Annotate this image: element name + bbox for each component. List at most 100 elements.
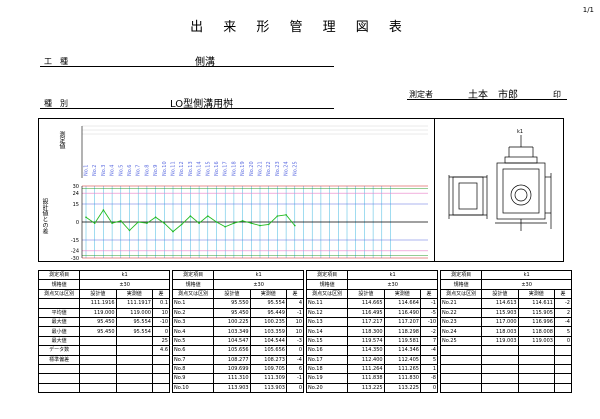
station-cell: No.19 [305,373,349,384]
difference-cell [553,345,573,356]
difference-point [215,221,218,223]
design-value-cell: 111.264 [347,363,385,375]
column-header: 測点又は区別 [439,288,483,300]
station-cell: No.11 [305,298,349,309]
x-tick-label: No.11 [171,161,177,176]
summary-diff-cell: 25 [151,335,171,347]
y-tick-label: 30 [73,184,79,190]
summary-label-cell [37,363,81,375]
column-header: 測点又は区別 [305,288,349,300]
difference-cell: 0 [553,335,573,347]
standard-label: 規格値 [305,279,349,290]
item-label: 測定項目 [305,269,349,281]
drawing-frame: k1 [434,118,564,262]
x-tick-label: No.10 [162,161,168,176]
table-row: No.13 117.217 117.207 -10 [305,316,439,328]
table-row [439,363,573,375]
summary-diff-cell: 10 [151,307,171,318]
design-value-cell: 113.225 [347,382,385,394]
measured-value-cell: 118.298 [383,326,421,337]
summary-row: 平均値 119.000 119.000 10 [37,307,171,318]
standard-value: ±30 [79,279,170,290]
difference-point [189,215,192,217]
design-value-cell: 118.003 [481,326,519,337]
station-cell: No.17 [305,354,349,365]
standard-label: 規格値 [439,279,483,290]
summary-label-cell [37,373,81,384]
summary-design-cell [79,335,117,347]
design-value-cell: 105.656 [213,345,251,356]
difference-point [276,215,279,217]
column-header: 測点又は区別 [171,288,215,300]
design-value-cell [481,373,519,384]
summary-label-cell [37,298,81,309]
x-tick-label: No.18 [231,161,237,176]
x-tick-label: No.12 [179,161,185,176]
column-header: 測点又は区別 [37,288,81,300]
measured-value-cell: 111.265 [383,363,421,375]
design-value-cell: 114.613 [481,298,519,309]
difference-cell: 10 [285,326,305,337]
column-header: 設計値 [347,288,385,300]
table-row: No.15 119.574 119.581 7 [305,335,439,347]
x-tick-label: No.2 [92,165,98,176]
difference-point [154,216,157,218]
station-cell: No.10 [171,382,215,394]
station-cell: No.2 [171,307,215,318]
x-tick-label: No.7 [136,165,142,176]
summary-diff-cell: 4.6 [151,345,171,356]
table-row: No.24 118.003 118.008 5 [439,326,573,337]
x-tick-label: No.22 [266,161,272,176]
column-header: 差 [419,288,439,300]
type-underline [40,108,334,109]
x-tick-label: No.9 [153,165,159,176]
item-label: 測定項目 [171,269,215,281]
summary-design-cell [79,354,117,365]
design-value-cell: 100.225 [213,316,251,328]
x-tick-label: No.15 [205,161,211,176]
difference-point [120,220,122,222]
table-row: No.25 119.003 119.003 0 [439,335,573,347]
measured-value-cell: 114.346 [383,345,421,356]
measured-value-cell: 108.273 [249,354,287,365]
difference-cell: 6 [285,363,305,375]
difference-cell: 5 [553,326,573,337]
item-label: 測定項目 [37,269,81,281]
design-value-cell: 111.310 [213,373,251,384]
summary-measured-cell [115,382,153,394]
design-value-cell: 119.574 [347,335,385,347]
table-row: No.5 104.547 104.544 -3 [171,335,305,347]
x-tick-label: No.13 [188,161,194,176]
measured-value-cell: 116.996 [517,316,555,328]
design-value-cell: 113.903 [213,382,251,394]
measured-value-cell: 119.581 [383,335,421,347]
design-value-cell: 108.277 [213,354,251,365]
summary-design-cell [79,363,117,375]
column-header: 差 [151,288,171,300]
measured-value-cell: 112.405 [383,354,421,365]
measured-value-cell: 119.003 [517,335,555,347]
station-cell: No.25 [439,335,483,347]
difference-cell [553,373,573,384]
measured-value-cell: 104.544 [249,335,287,347]
station-cell: No.1 [171,298,215,309]
summary-row [37,373,171,384]
page-number: 1/1 [582,6,594,14]
design-value-cell [481,382,519,394]
measured-value-cell: 118.008 [517,326,555,337]
measured-value-cell: 103.359 [249,326,287,337]
design-value-cell: 116.495 [347,307,385,318]
measured-value-cell [517,373,555,384]
station-cell: No.23 [439,316,483,328]
summary-diff-cell: -10 [151,316,171,328]
station-cell: No.13 [305,316,349,328]
y-tick-label: 15 [73,202,79,208]
difference-point [250,222,253,224]
difference-cell [553,354,573,365]
summary-diff-cell [151,354,171,365]
y-tick-label: -30 [71,256,79,261]
difference-point [198,222,200,224]
x-tick-label: No.14 [197,161,203,176]
table-row: No.1 95.550 95.554 4 [171,298,305,309]
station-cell: No.6 [171,345,215,356]
